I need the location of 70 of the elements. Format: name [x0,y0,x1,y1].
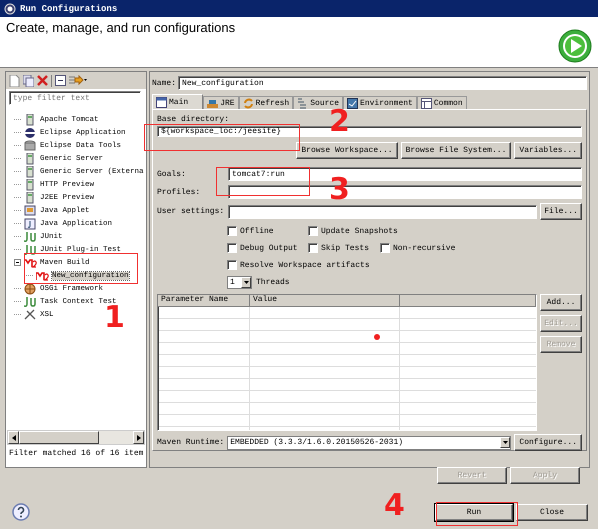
tab[interactable]: JRE [203,96,239,109]
maven-icon [36,270,49,282]
window-icon [24,218,37,230]
checkbox-label[interactable]: Debug Output [240,244,298,252]
checkbox[interactable] [308,243,318,253]
configure-button[interactable]: Configure... [514,434,582,451]
tab[interactable]: Common [416,96,467,109]
checkbox[interactable] [380,243,390,253]
browse-button[interactable]: Browse File System... [400,142,512,159]
table-button[interactable]: Add... [540,294,582,311]
caret-icon [244,280,248,284]
run-icon [558,29,592,63]
checkbox[interactable] [227,260,237,270]
ju-icon [24,230,37,242]
checkbox[interactable] [227,226,237,236]
left-arrow-icon [12,434,16,440]
dialog-button[interactable]: Close [516,504,588,521]
checkbox-label[interactable]: Skip Tests [321,244,370,252]
duplicate-icon [23,74,34,86]
field-label: User settings: [157,207,225,216]
eclipse-icon [4,2,16,14]
column-header[interactable]: Value [250,295,400,307]
field-label: Maven Runtime: [157,438,224,447]
checkbox-label[interactable]: Update Snapshots [321,226,398,236]
collapse-icon [55,75,66,86]
help-icon [12,503,30,521]
checkbox-label[interactable]: Resolve Workspace artifacts [240,260,370,270]
field-label: Base directory: [157,115,230,124]
column-header[interactable]: Parameter Name [158,295,250,307]
refresh-icon [242,98,254,108]
user-settings-field[interactable] [228,204,537,218]
checkbox-label[interactable]: Offline [240,226,274,236]
annotation-number: 4 [384,494,405,518]
tab[interactable]: Source [293,96,344,109]
tab[interactable]: Environment [343,96,417,109]
database-icon [24,140,37,152]
caret-icon [502,441,508,444]
collapse-toggle[interactable] [14,259,21,266]
filter-field[interactable]: type filter text [9,91,141,105]
ju-icon [24,244,37,256]
dialog-heading: Create, manage, and run configurations [6,20,236,35]
browse-button[interactable]: Variables... [514,142,582,159]
checkbox[interactable] [227,243,237,253]
new-file-icon [9,74,20,86]
file-button[interactable]: File... [540,203,582,220]
eclipse-icon [24,126,37,138]
checkbox[interactable] [308,226,318,236]
right-arrow-icon [136,434,140,440]
maven-icon [24,256,37,268]
threads-dropdown[interactable]: 1 [227,276,252,288]
tab[interactable]: Refresh [238,96,294,109]
filter-icon [69,75,87,86]
window-title: Run Configurations [20,4,118,14]
delete-icon [37,75,48,86]
source-icon [297,98,308,108]
browse-button[interactable]: Browse Workspace... [296,142,398,159]
field-label: Goals: [157,170,187,178]
field-label: Threads [256,278,290,286]
name-field[interactable]: New_configuration [178,76,587,90]
window-icon [24,204,37,216]
checkbox-label[interactable]: Non-recursive [393,244,456,252]
dialog-button[interactable]: Run [435,504,513,521]
ju-icon [24,296,37,308]
status-text: Filter matched 16 of 16 item [8,448,144,460]
field-label: Profiles: [157,188,202,196]
column-header[interactable] [400,295,536,307]
horizontal-scrollbar[interactable] [7,430,145,445]
runtime-dropdown[interactable]: EMBEDDED (3.3.3/1.6.0.20150526-2031) [227,436,512,450]
field-label: Name: [152,78,176,88]
tab[interactable]: Main [152,94,204,109]
